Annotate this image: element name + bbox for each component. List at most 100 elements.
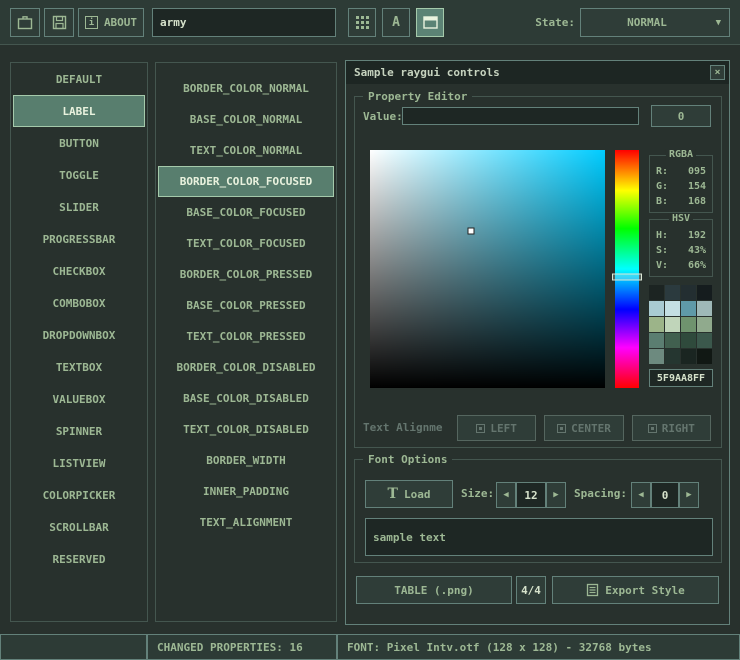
grid-view-button[interactable] <box>348 8 376 37</box>
controls-list-item[interactable]: LISTVIEW <box>13 447 145 479</box>
palette-swatch[interactable] <box>649 285 664 300</box>
about-button[interactable]: i ABOUT <box>78 8 144 37</box>
export-icon <box>586 583 599 597</box>
properties-list-item[interactable]: BASE_COLOR_FOCUSED <box>158 197 334 228</box>
palette-swatch[interactable] <box>697 349 712 364</box>
controls-list-item[interactable]: SLIDER <box>13 191 145 223</box>
palette-swatch[interactable] <box>665 285 680 300</box>
palette-swatch[interactable] <box>665 301 680 316</box>
properties-list-item[interactable]: BORDER_COLOR_NORMAL <box>158 73 334 104</box>
font-view-button[interactable]: A <box>382 8 410 37</box>
properties-list-item[interactable]: INNER_PADDING <box>158 476 334 507</box>
palette-swatch[interactable] <box>681 285 696 300</box>
palette-swatch[interactable] <box>665 333 680 348</box>
export-format-button-label: TABLE (.png) <box>394 584 473 597</box>
chevron-down-icon: ▼ <box>716 18 721 28</box>
status-cell-font-info: FONT: Pixel Intv.otf (128 x 128) - 32768… <box>337 634 740 660</box>
text-icon: T <box>388 487 398 501</box>
new-style-button[interactable] <box>10 8 40 37</box>
palette-swatch[interactable] <box>681 333 696 348</box>
text-align-button[interactable]: CENTER <box>544 415 623 441</box>
palette-swatch[interactable] <box>681 349 696 364</box>
controls-list-item[interactable]: COLORPICKER <box>13 479 145 511</box>
export-style-button[interactable]: Export Style <box>552 576 719 604</box>
hsv-panel: HSV H: 192 S: 43% <box>649 219 713 277</box>
status-cell-empty <box>0 634 147 660</box>
close-button[interactable]: × <box>710 65 725 80</box>
controls-list-item[interactable]: RESERVED <box>13 543 145 575</box>
palette-swatch[interactable] <box>649 349 664 364</box>
palette-swatch[interactable] <box>697 317 712 332</box>
palette-swatch[interactable] <box>681 301 696 316</box>
font-spacing-decrease-button[interactable]: ◀ <box>631 482 651 508</box>
controls-view-button[interactable] <box>416 8 444 37</box>
controls-list-item[interactable]: VALUEBOX <box>13 383 145 415</box>
hue-cursor[interactable] <box>612 273 642 280</box>
controls-list-item[interactable]: TEXTBOX <box>13 351 145 383</box>
load-font-button[interactable]: T Load <box>365 480 453 508</box>
properties-list-item[interactable]: TEXT_COLOR_DISABLED <box>158 414 334 445</box>
font-spacing-value[interactable]: 0 <box>651 482 679 508</box>
properties-list-item[interactable]: BORDER_COLOR_FOCUSED <box>158 166 334 197</box>
controls-list-item[interactable]: SPINNER <box>13 415 145 447</box>
style-name-input[interactable] <box>152 8 336 37</box>
properties-list-item[interactable]: BORDER_WIDTH <box>158 445 334 476</box>
value-label: Value: <box>363 110 403 123</box>
text-align-button[interactable]: LEFT <box>457 415 536 441</box>
controls-list-item[interactable]: SCROLLBAR <box>13 511 145 543</box>
properties-list-item[interactable]: BORDER_COLOR_DISABLED <box>158 352 334 383</box>
text-align-button[interactable]: RIGHT <box>632 415 711 441</box>
font-size-increase-button[interactable]: ▶ <box>546 482 566 508</box>
properties-list-item[interactable]: TEXT_COLOR_PRESSED <box>158 321 334 352</box>
font-size-decrease-button[interactable]: ◀ <box>496 482 516 508</box>
value-input[interactable] <box>402 107 639 125</box>
properties-list-item[interactable]: BORDER_COLOR_PRESSED <box>158 259 334 290</box>
controls-list-item-label: COMBOBOX <box>53 297 106 310</box>
value-button[interactable]: 0 <box>651 105 711 127</box>
controls-list-item[interactable]: DROPDOWNBOX <box>13 319 145 351</box>
font-spacing-increase-button[interactable]: ▶ <box>679 482 699 508</box>
palette-swatch[interactable] <box>665 317 680 332</box>
palette-swatch[interactable] <box>697 333 712 348</box>
properties-list-item[interactable]: BASE_COLOR_PRESSED <box>158 290 334 321</box>
properties-list-item[interactable]: TEXT_ALIGNMENT <box>158 507 334 538</box>
font-size-value[interactable]: 12 <box>516 482 546 508</box>
palette-swatch[interactable] <box>665 349 680 364</box>
font-info-text: FONT: Pixel Intv.otf (128 x 128) - 32768… <box>347 641 652 654</box>
properties-list-item[interactable]: BASE_COLOR_NORMAL <box>158 104 334 135</box>
hue-bar[interactable] <box>615 150 639 388</box>
controls-list-item[interactable]: LABEL <box>13 95 145 127</box>
rgba-row: R: 095 <box>656 164 706 179</box>
controls-list-item[interactable]: BUTTON <box>13 127 145 159</box>
color-picker-panel[interactable] <box>370 150 605 388</box>
controls-list-item[interactable]: PROGRESSBAR <box>13 223 145 255</box>
controls-list-item[interactable]: TOGGLE <box>13 159 145 191</box>
channel-label: G: <box>656 181 668 192</box>
controls-list-item-label: TOGGLE <box>59 169 99 182</box>
save-style-button[interactable] <box>44 8 74 37</box>
sv-cursor[interactable] <box>468 227 475 234</box>
state-dropdown[interactable]: NORMAL ▼ <box>580 8 730 37</box>
hsv-row: V: 66% <box>656 258 706 273</box>
properties-list-item[interactable]: TEXT_COLOR_NORMAL <box>158 135 334 166</box>
palette-swatch[interactable] <box>649 333 664 348</box>
style-color-palette <box>649 285 713 365</box>
properties-list-item[interactable]: BASE_COLOR_DISABLED <box>158 383 334 414</box>
sample-window-titlebar[interactable]: Sample raygui controls × <box>346 61 729 84</box>
properties-list-item-label: BORDER_COLOR_FOCUSED <box>180 175 312 188</box>
export-format-button[interactable]: TABLE (.png) <box>356 576 512 604</box>
controls-list-item[interactable]: COMBOBOX <box>13 287 145 319</box>
controls-list-item[interactable]: DEFAULT <box>13 63 145 95</box>
palette-swatch[interactable] <box>649 317 664 332</box>
controls-list-item[interactable]: CHECKBOX <box>13 255 145 287</box>
value-button-label: 0 <box>678 110 685 123</box>
load-font-button-label: Load <box>404 488 431 501</box>
sample-text-box[interactable]: sample text <box>365 518 713 556</box>
close-icon: × <box>714 68 720 78</box>
palette-swatch[interactable] <box>681 317 696 332</box>
palette-swatch[interactable] <box>697 301 712 316</box>
hex-value-box[interactable]: 5F9AA8FF <box>649 369 713 387</box>
palette-swatch[interactable] <box>649 301 664 316</box>
palette-swatch[interactable] <box>697 285 712 300</box>
properties-list-item[interactable]: TEXT_COLOR_FOCUSED <box>158 228 334 259</box>
